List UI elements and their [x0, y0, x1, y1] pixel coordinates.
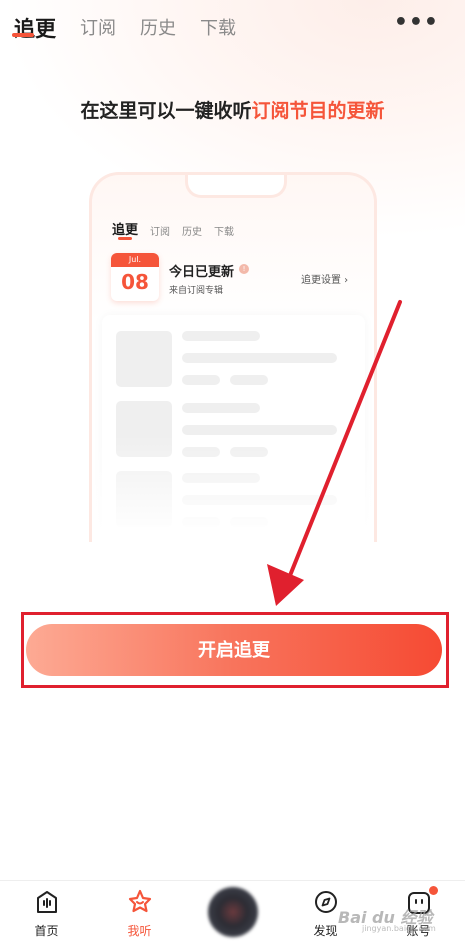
skeleton-tag: [230, 375, 268, 385]
phone-notch: [185, 175, 287, 198]
skeleton-line: [182, 331, 260, 341]
skeleton-tag: [182, 375, 220, 385]
home-icon: [37, 891, 57, 913]
preview-tab-bar: 追更 订阅 历史 下载: [112, 219, 246, 238]
nav-my-listening[interactable]: 我听: [93, 881, 186, 950]
promo-headline: 在这里可以一键收听订阅节目的更新: [0, 96, 465, 123]
info-icon: !: [239, 264, 249, 274]
skeleton-line: [182, 353, 337, 363]
watermark-subtext: jingyan.baidu.com: [362, 924, 436, 933]
calendar-day: 08: [121, 270, 149, 294]
nav-my-listening-label: 我听: [127, 924, 152, 938]
follow-settings-link: 追更设置 ›: [301, 275, 349, 286]
preview-tab: 下载: [214, 227, 235, 238]
today-updated-title: 今日已更新: [169, 265, 235, 280]
tab-subscriptions[interactable]: 订阅: [80, 16, 116, 42]
discover-icon: [315, 891, 337, 913]
phone-preview-illustration: 追更 订阅 历史 下载 Jul. 08 今日已更新 ! 来自订阅专辑 追更设置 …: [89, 172, 377, 542]
nav-home-label: 首页: [34, 924, 59, 938]
skeleton-cover: [116, 331, 172, 387]
preview-fade-overlay: [92, 435, 374, 542]
skeleton-line: [182, 403, 260, 413]
from-subscriptions-subtitle: 来自订阅专辑: [169, 286, 224, 296]
enable-follow-updates-button[interactable]: 开启追更: [26, 624, 442, 676]
headline-prefix: 在这里可以一键收听: [80, 100, 252, 122]
tab-downloads[interactable]: 下载: [200, 16, 236, 42]
tab-history[interactable]: 历史: [140, 16, 176, 42]
preview-tab: 追更: [112, 223, 139, 238]
star-icon: [128, 889, 152, 913]
active-tab-indicator: [12, 33, 34, 37]
preview-tab: 订阅: [150, 227, 171, 238]
skeleton-line: [182, 425, 337, 435]
calendar-month: Jul.: [111, 253, 159, 267]
top-tab-bar: 追更 订阅 历史 下载: [14, 6, 260, 42]
calendar-icon: Jul. 08: [111, 253, 159, 301]
preview-tab-indicator: [118, 237, 132, 240]
more-dots-icon[interactable]: •••: [394, 10, 439, 35]
notification-badge: [429, 886, 438, 895]
tab-follow-updates[interactable]: 追更: [14, 16, 56, 42]
preview-tab: 历史: [182, 227, 203, 238]
player-disc-icon: [208, 887, 258, 937]
nav-home[interactable]: 首页: [0, 881, 93, 950]
headline-highlight: 订阅节目的更新: [251, 100, 385, 122]
nav-player[interactable]: [186, 881, 279, 950]
